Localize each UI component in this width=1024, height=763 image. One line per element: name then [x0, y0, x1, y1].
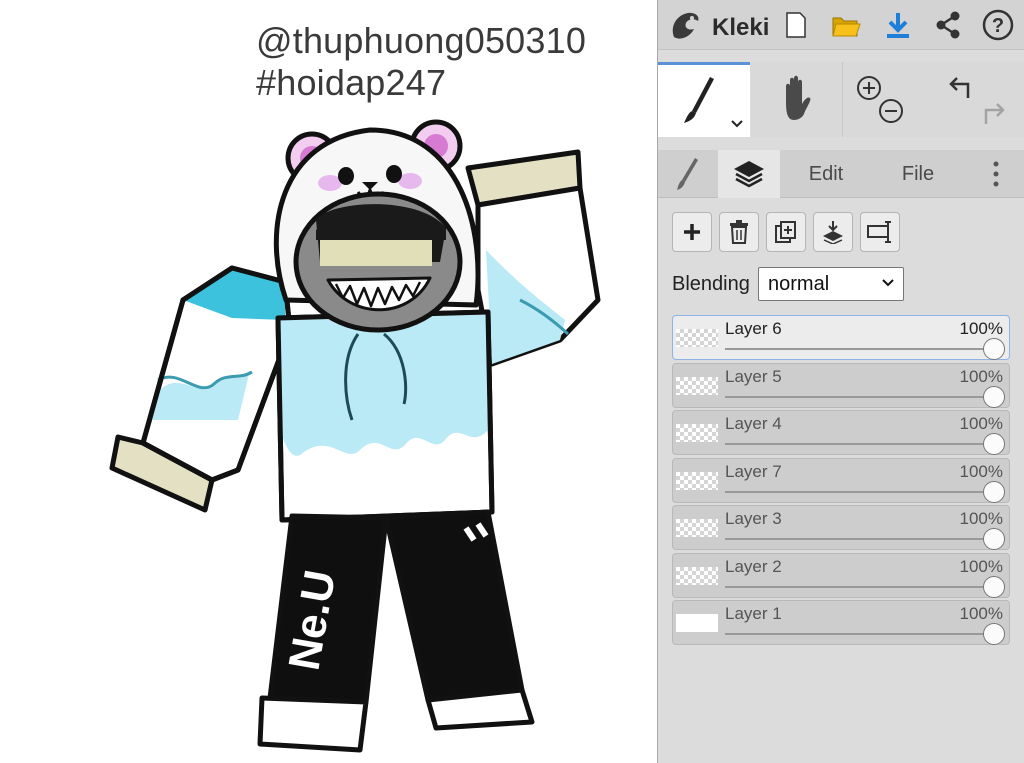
share-icon [936, 11, 960, 39]
layer-opacity: 100% [959, 414, 1003, 433]
opacity-slider[interactable] [725, 491, 993, 493]
open-file-button[interactable] [830, 8, 862, 42]
layer-opacity: 100% [959, 557, 1003, 576]
tab-layers[interactable] [718, 150, 780, 198]
watermark-username: @thuphuong050310 [256, 20, 587, 61]
opacity-slider-handle[interactable] [983, 576, 1005, 598]
share-button[interactable] [932, 8, 964, 42]
opacity-slider[interactable] [725, 538, 993, 540]
open-folder-icon [832, 17, 861, 37]
chevron-down-icon [882, 279, 894, 287]
layers-icon [734, 161, 764, 188]
tab-brush[interactable] [658, 150, 718, 198]
new-document-button[interactable] [780, 8, 812, 42]
character-drawing: Ne.U [109, 119, 601, 753]
opacity-slider[interactable] [725, 633, 993, 635]
tab-edit[interactable]: Edit [780, 150, 872, 198]
merge-down-button[interactable] [813, 212, 853, 252]
brush-icon [677, 158, 698, 190]
rename-layer-icon [867, 221, 891, 243]
undo-icon[interactable] [944, 72, 978, 102]
layer-name: Layer 6 [725, 319, 782, 338]
layer-opacity: 100% [959, 367, 1003, 386]
app-name: Kleki [712, 14, 770, 41]
drawing-canvas[interactable]: Ne.U @thuphuong050310 #hoidap247 [0, 0, 657, 763]
help-icon: ? [982, 9, 1014, 41]
rename-layer-button[interactable] [860, 212, 900, 252]
opacity-slider-handle[interactable] [983, 338, 1005, 360]
opacity-slider[interactable] [725, 348, 993, 350]
opacity-slider-handle[interactable] [983, 433, 1005, 455]
brush-icon [684, 77, 743, 128]
layers-panel: Blending normal Layer 6 100% Layer 5 100… [658, 198, 1024, 763]
layer-row[interactable]: Layer 5 100% [672, 363, 1010, 408]
opacity-slider[interactable] [725, 586, 993, 588]
app-logo[interactable]: Kleki [668, 8, 770, 44]
layer-thumbnail [676, 377, 718, 395]
opacity-slider-handle[interactable] [983, 481, 1005, 503]
download-button[interactable] [882, 8, 914, 42]
side-panel: Kleki ? Edit File Blending normal Layer … [657, 0, 1024, 763]
redo-icon[interactable] [978, 98, 1012, 128]
kleki-logo-icon [672, 12, 699, 39]
layer-row[interactable]: Layer 7 100% [672, 458, 1010, 503]
opacity-slider-handle[interactable] [983, 386, 1005, 408]
download-icon [887, 13, 909, 38]
blending-mode-value: normal [768, 273, 830, 295]
watermark-hashtag: #hoidap247 [256, 62, 447, 103]
help-button[interactable]: ? [982, 8, 1014, 42]
zoom-out-icon[interactable] [875, 95, 907, 127]
svg-text:?: ? [992, 15, 1004, 37]
hand-icon [786, 75, 811, 120]
layer-name: Layer 2 [725, 557, 782, 576]
panel-tabs: Edit File [658, 150, 1024, 198]
layer-name: Layer 1 [725, 604, 782, 623]
zoom-tool [842, 62, 934, 137]
opacity-slider[interactable] [725, 396, 993, 398]
tool-row [658, 62, 1024, 137]
layer-name: Layer 4 [725, 414, 782, 433]
layer-row[interactable]: Layer 1 100% [672, 600, 1010, 645]
app-toolbar: Kleki ? [658, 0, 1024, 50]
delete-layer-icon [730, 220, 748, 244]
layer-name: Layer 5 [725, 367, 782, 386]
layer-thumbnail [676, 424, 718, 442]
layer-opacity: 100% [959, 319, 1003, 338]
hand-tool-button[interactable] [750, 62, 842, 137]
layer-thumbnail [676, 567, 718, 585]
layer-opacity: 100% [959, 462, 1003, 481]
layer-thumbnail [676, 519, 718, 537]
layer-row[interactable]: Layer 3 100% [672, 505, 1010, 550]
delete-layer-button[interactable] [719, 212, 759, 252]
layer-row[interactable]: Layer 6 100% [672, 315, 1010, 360]
layer-row[interactable]: Layer 2 100% [672, 553, 1010, 598]
add-layer-icon [684, 224, 700, 240]
layer-opacity: 100% [959, 509, 1003, 528]
duplicate-layer-button[interactable] [766, 212, 806, 252]
layer-opacity: 100% [959, 604, 1003, 623]
layer-row[interactable]: Layer 4 100% [672, 410, 1010, 455]
blending-mode-select[interactable]: normal [758, 267, 904, 301]
history-tool [934, 62, 1024, 137]
duplicate-layer-icon [775, 221, 796, 243]
add-layer-button[interactable] [672, 212, 712, 252]
brush-tool-button[interactable] [658, 62, 750, 137]
more-menu-button[interactable] [976, 150, 1016, 198]
opacity-slider-handle[interactable] [983, 623, 1005, 645]
merge-down-icon [823, 221, 843, 244]
layer-name: Layer 3 [725, 509, 782, 528]
more-vertical-icon [993, 161, 999, 187]
layer-thumbnail [676, 472, 718, 490]
tab-file[interactable]: File [872, 150, 964, 198]
layer-thumbnail [676, 329, 718, 347]
blending-label: Blending [672, 273, 750, 295]
opacity-slider[interactable] [725, 443, 993, 445]
new-document-icon [786, 12, 806, 38]
layer-thumbnail [676, 614, 718, 632]
opacity-slider-handle[interactable] [983, 528, 1005, 550]
layer-name: Layer 7 [725, 462, 782, 481]
